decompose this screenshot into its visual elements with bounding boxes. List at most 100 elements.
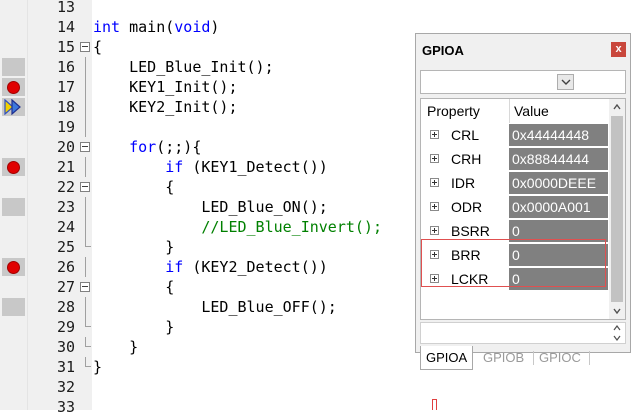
line-number: 16: [56, 58, 75, 76]
register-row[interactable]: CRH 0x88844444: [421, 147, 609, 171]
code-token: KEY1_Init();: [93, 78, 238, 96]
fold-guide: [85, 117, 86, 137]
fold-toggle-icon[interactable]: [80, 282, 90, 292]
code-text: }: [93, 357, 102, 377]
fold-end-guide: [85, 237, 91, 247]
line-number: 22: [56, 178, 75, 196]
code-line[interactable]: 13: [0, 0, 642, 17]
window-titlebar[interactable]: GPIOA x: [416, 34, 630, 66]
code-token: {: [93, 178, 175, 196]
code-text: for(;;){: [93, 137, 201, 157]
breakpoint-icon[interactable]: [7, 261, 20, 274]
code-token: LED_Blue_ON();: [93, 198, 328, 216]
scroll-down-icon: [613, 308, 621, 314]
register-row[interactable]: CRL 0x44444448: [421, 123, 609, 147]
tab-gpioa[interactable]: GPIOA: [420, 346, 474, 370]
keyword-token: int: [93, 18, 121, 36]
code-token: main(: [120, 18, 175, 36]
keyword-token: for: [129, 138, 157, 156]
fold-end-guide: [85, 357, 91, 367]
fold-guide: [85, 217, 86, 237]
register-selector-combo[interactable]: [420, 70, 626, 94]
code-token: (KEY1_Detect()): [183, 158, 328, 176]
code-text: {: [93, 37, 102, 57]
breakpoint-icon[interactable]: [7, 81, 20, 94]
code-token: (;;){: [156, 138, 202, 156]
register-property-grid[interactable]: Property Value CRL 0x44444448 CRH 0x8884444…: [420, 98, 626, 320]
close-icon[interactable]: x: [611, 42, 626, 57]
expand-plus-icon[interactable]: [430, 178, 439, 187]
fold-guide: [85, 257, 86, 277]
chevron-down-icon[interactable]: [557, 74, 574, 90]
fold-toggle-icon[interactable]: [80, 142, 90, 152]
code-token: LED_Blue_OFF();: [93, 298, 337, 316]
code-token: LED_Blue_Init();: [93, 58, 274, 76]
line-number: 32: [56, 378, 75, 396]
tab-gpiob[interactable]: GPIOB: [478, 346, 529, 370]
register-name: IDR: [451, 175, 476, 191]
code-text: KEY2_Init();: [93, 97, 237, 117]
comment-token: //LED_Blue_Invert();: [93, 218, 382, 236]
coverage-marker: [2, 58, 25, 76]
code-line[interactable]: 32: [0, 377, 642, 397]
fold-guide: [85, 57, 86, 77]
line-number: 28: [56, 298, 75, 316]
scroll-down-icon: [613, 335, 621, 341]
fold-end-guide: [85, 317, 91, 327]
gpioa-peripheral-window: GPIOA x Property Value CRL 0x44444448 CRH 0…: [415, 33, 631, 370]
keyword-token: if: [165, 158, 184, 176]
column-header-property[interactable]: Property: [427, 99, 507, 123]
code-token: {: [93, 38, 103, 56]
register-name: CRH: [451, 151, 482, 167]
code-token: {: [93, 278, 175, 296]
line-number: 33: [56, 398, 75, 416]
expand-plus-icon[interactable]: [430, 226, 439, 235]
line-number: 20: [56, 138, 75, 156]
register-row[interactable]: IDR 0x0000DEEE: [421, 171, 609, 195]
code-token: }: [93, 358, 103, 376]
line-number: 23: [56, 198, 75, 216]
code-text: LED_Blue_Init();: [93, 57, 274, 77]
vertical-scrollbar[interactable]: [609, 99, 625, 319]
code-token: }: [93, 338, 139, 356]
coverage-marker: [2, 198, 25, 216]
register-name: ODR: [451, 199, 483, 215]
line-number: 13: [56, 0, 75, 16]
register-name: CRL: [451, 127, 480, 143]
scrollbar-thumb[interactable]: [611, 116, 623, 302]
code-text: LED_Blue_ON();: [93, 197, 328, 217]
register-value[interactable]: 0x0000A001: [509, 196, 608, 218]
fold-end-guide: [85, 337, 91, 347]
fold-toggle-icon[interactable]: [80, 182, 90, 192]
highlight-annotation-box: [421, 239, 606, 287]
breakpoint-icon[interactable]: [7, 161, 20, 174]
line-number: 14: [56, 18, 75, 36]
keyword-token: void: [174, 18, 211, 36]
fold-guide: [85, 197, 86, 217]
tab-gpioc[interactable]: GPIOC: [534, 346, 586, 370]
window-title: GPIOA: [422, 43, 464, 58]
line-number: 15: [56, 38, 75, 56]
line-number: 21: [56, 158, 75, 176]
scroll-up-icon: [613, 104, 621, 110]
code-text: LED_Blue_OFF();: [93, 297, 337, 317]
line-number: 25: [56, 238, 75, 256]
register-value[interactable]: 0x0000DEEE: [509, 172, 608, 194]
code-token: (KEY2_Detect()): [183, 258, 328, 276]
register-value[interactable]: 0x88844444: [509, 148, 608, 170]
fold-toggle-icon[interactable]: [80, 42, 90, 52]
keyword-token: if: [165, 258, 184, 276]
column-header-value[interactable]: Value: [509, 99, 609, 123]
code-line[interactable]: 33: [0, 397, 642, 417]
expand-plus-icon[interactable]: [430, 130, 439, 139]
register-value[interactable]: 0x44444448: [509, 124, 608, 146]
register-row[interactable]: ODR 0x0000A001: [421, 195, 609, 219]
line-number: 27: [56, 278, 75, 296]
current-execution-arrow-icon: [4, 99, 21, 115]
expand-plus-icon[interactable]: [430, 154, 439, 163]
line-number: 31: [56, 358, 75, 376]
line-number: 30: [56, 338, 75, 356]
expand-plus-icon[interactable]: [430, 202, 439, 211]
description-pane[interactable]: [420, 322, 626, 344]
